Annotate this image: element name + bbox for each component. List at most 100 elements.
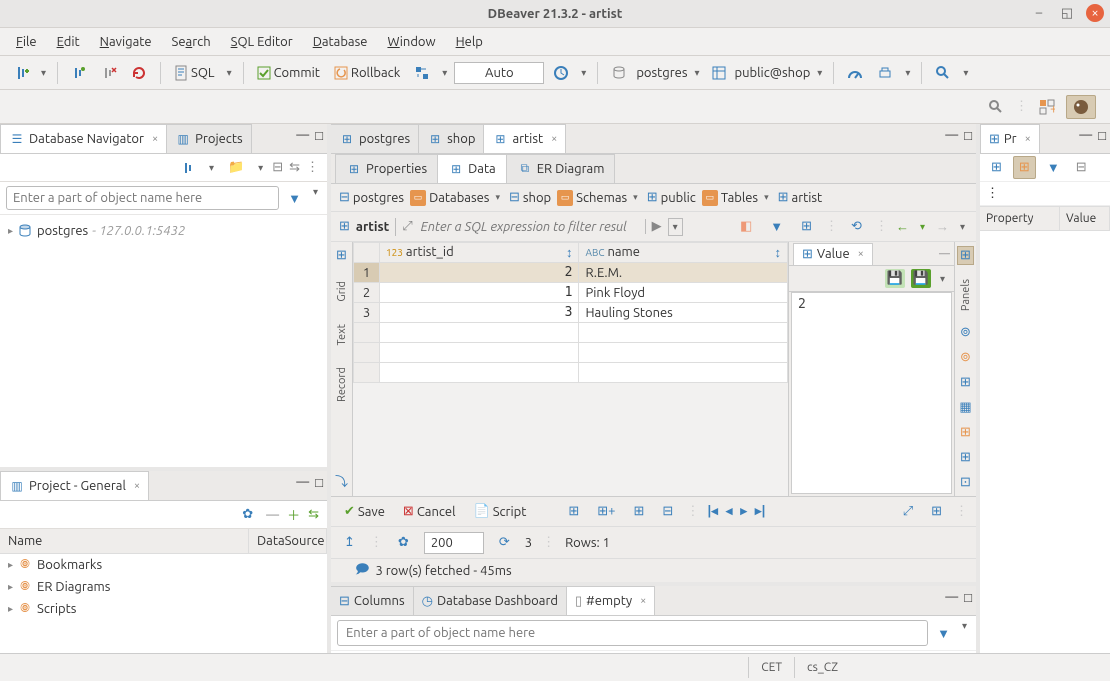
tx-log-button[interactable] — [548, 62, 574, 84]
crumb-artist[interactable]: ⊞artist — [778, 190, 823, 205]
collapse-icon[interactable]: ⊟ — [272, 160, 283, 175]
tab-dashboard[interactable]: ◷Database Dashboard — [413, 586, 567, 615]
menu-edit[interactable]: Edit — [49, 32, 88, 52]
close-icon[interactable]: × — [152, 133, 158, 145]
add-icon[interactable]: ＋ — [287, 505, 300, 524]
save-as-icon[interactable]: 💾 — [911, 269, 931, 288]
settings-icon[interactable]: ✿ — [237, 504, 258, 525]
commit-button[interactable]: Commit — [252, 63, 325, 83]
dashboard-button[interactable] — [842, 63, 868, 83]
col-value[interactable]: Value — [1060, 207, 1110, 230]
minimize-icon[interactable]: — — [945, 128, 958, 143]
nav-tree[interactable]: ▸ postgres - 127.0.0.1:5432 — [0, 215, 327, 467]
sql-filter-input[interactable] — [419, 216, 639, 238]
print-button[interactable] — [872, 63, 898, 83]
project-item-bookmarks[interactable]: ▸🞋Bookmarks — [0, 554, 327, 576]
tx-button[interactable] — [409, 62, 435, 84]
data-grid[interactable]: 123 artist_id ↕ ABC name ↕ 12R.E.M. 21Pi… — [353, 242, 788, 383]
crumb-tables[interactable]: ▭Tables▾ — [702, 190, 772, 206]
panel-icon[interactable]: ⊚ — [960, 350, 971, 365]
value-content[interactable]: 2 — [791, 292, 952, 494]
close-icon[interactable]: × — [640, 595, 646, 607]
grid-view-icon[interactable]: ⊞ — [336, 248, 347, 263]
filter-icon[interactable]: ▼ — [932, 620, 955, 646]
grid-tab[interactable]: Grid — [336, 277, 348, 306]
value-tab[interactable]: ⊞Value× — [793, 243, 873, 265]
col-name[interactable]: ABC name ↕ — [579, 243, 788, 263]
disconnect-button[interactable] — [96, 62, 122, 84]
prev-row-icon[interactable]: ◂ — [726, 504, 733, 519]
record-mode-icon[interactable]: ⤵ — [335, 471, 348, 490]
menu-sql-editor[interactable]: SQL Editor — [223, 32, 301, 52]
menu-database[interactable]: Database — [305, 32, 376, 52]
search-button[interactable] — [930, 62, 956, 84]
tx-log-dropdown[interactable]: ▾ — [578, 67, 589, 79]
invalidate-button[interactable] — [126, 62, 152, 84]
collapse-icon[interactable]: ⊟ — [1071, 157, 1092, 178]
minimize-icon[interactable]: — — [939, 248, 950, 260]
panel-icon[interactable]: ⊞ — [960, 450, 971, 465]
dbeaver-perspective-button[interactable] — [1066, 95, 1096, 119]
refresh-icon[interactable]: ⟳ — [494, 532, 515, 553]
minimize-button[interactable]: – — [1030, 4, 1048, 22]
expand-icon[interactable]: ⤢ — [898, 501, 918, 522]
project-item-scripts[interactable]: ▸🞋Scripts — [0, 598, 327, 620]
export-icon[interactable]: ⊞ — [926, 501, 947, 522]
col-artist-id[interactable]: 123 artist_id ↕ — [380, 243, 579, 263]
tab-project-general[interactable]: ▥Project - General× — [0, 471, 149, 500]
crumb-postgres[interactable]: ⊟postgres — [339, 190, 404, 205]
export-data-icon[interactable]: ↥ — [339, 532, 360, 553]
db-combo-dropdown[interactable]: ▾ — [691, 67, 702, 79]
crumb-databases[interactable]: ▭Databases▾ — [410, 190, 503, 206]
minimize-icon[interactable]: — — [296, 128, 309, 143]
value-viewer-icon[interactable]: ⊞ — [957, 246, 974, 265]
col-property[interactable]: Property — [980, 207, 1060, 230]
table-row[interactable]: 21Pink Floyd — [354, 283, 788, 303]
print-dropdown[interactable]: ▾ — [902, 67, 913, 79]
menu-window[interactable]: Window — [379, 32, 443, 52]
table-row[interactable]: 12R.E.M. — [354, 263, 788, 283]
folder-icon[interactable]: 📁 — [223, 157, 249, 178]
expand-filter-icon[interactable]: ⤢ — [402, 219, 412, 234]
panel-icon[interactable]: ⊞ — [960, 375, 971, 390]
add-row-icon[interactable]: ⊞ — [563, 501, 584, 522]
menu-help[interactable]: Help — [448, 32, 491, 52]
table-row[interactable]: 33Hauling Stones — [354, 303, 788, 323]
configure-icon[interactable]: ✿ — [393, 532, 414, 553]
tree-item-postgres[interactable]: ▸ postgres - 127.0.0.1:5432 — [8, 221, 319, 241]
tx-dropdown[interactable]: ▾ — [439, 67, 450, 79]
project-item-er[interactable]: ▸🞋ER Diagrams — [0, 576, 327, 598]
nav-filter-input[interactable] — [6, 186, 279, 210]
last-row-icon[interactable]: ▸| — [755, 504, 766, 519]
minimize-icon[interactable]: — — [296, 475, 309, 490]
filter-panel-icon[interactable]: ▼ — [765, 216, 788, 237]
apply-filter-icon[interactable]: ▶ — [645, 219, 662, 234]
crumb-schemas[interactable]: ▭Schemas▾ — [557, 190, 641, 206]
link-editor-icon[interactable]: ⇆ — [308, 507, 319, 522]
rollback-button[interactable]: Rollback — [329, 63, 405, 83]
dup-row-icon[interactable]: ⊞ — [629, 501, 650, 522]
db-combo[interactable]: postgres — [636, 66, 687, 80]
tab-properties[interactable]: ⊞Pr× — [980, 124, 1040, 153]
save-filter-icon[interactable]: ⊞ — [796, 216, 817, 237]
collapse-all-icon[interactable]: — — [266, 508, 279, 522]
record-tab[interactable]: Record — [336, 363, 348, 406]
next-row-icon[interactable]: ▸ — [740, 504, 747, 519]
col-datasource[interactable]: DataSource — [249, 529, 327, 553]
schema-combo[interactable]: public@shop — [735, 66, 811, 80]
close-button[interactable]: × — [1086, 4, 1104, 22]
subtab-data[interactable]: ⊞Data — [437, 154, 507, 183]
sql-editor-button[interactable]: SQL — [169, 62, 220, 84]
row-limit-input[interactable] — [424, 532, 484, 554]
tab-empty[interactable]: ▯#empty× — [566, 586, 655, 615]
more-icon[interactable]: ⋮ — [986, 186, 999, 201]
new-conn-icon[interactable] — [176, 158, 200, 178]
filter-icon[interactable]: ▼ — [1042, 157, 1065, 178]
link-icon[interactable]: ⇆ — [289, 160, 300, 175]
expand-icon[interactable]: ▸ — [8, 225, 13, 237]
new-connection-dropdown[interactable]: ▾ — [38, 67, 49, 79]
panels-tab[interactable]: Panels — [960, 275, 972, 315]
col-name[interactable]: Name — [0, 529, 249, 553]
tab-shop[interactable]: ⊞shop — [418, 124, 484, 153]
save-button[interactable]: ✔ Save — [339, 501, 390, 522]
